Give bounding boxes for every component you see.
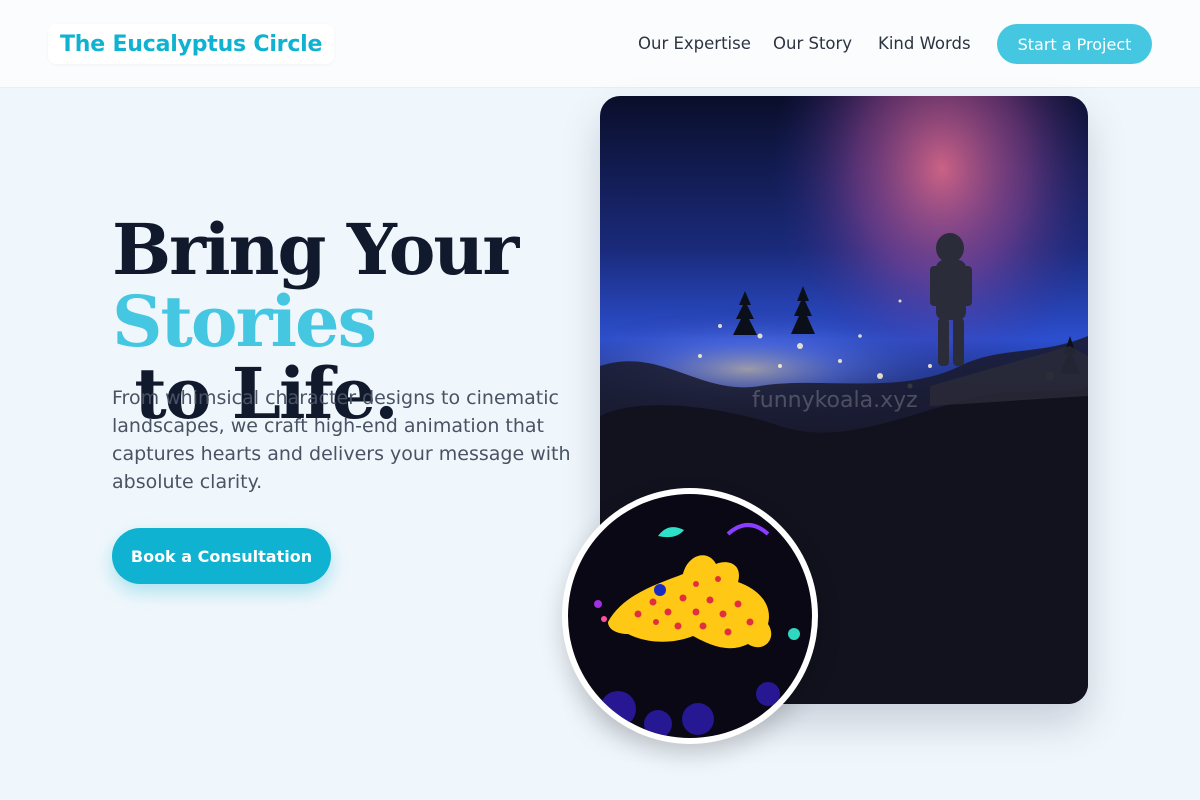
spotted-creature-illustration: [568, 494, 812, 738]
site-logo[interactable]: The Eucalyptus Circle: [48, 24, 335, 64]
hero-description: From whimsical character designs to cine…: [112, 387, 571, 493]
hero-title-accent: Stories: [112, 280, 377, 363]
site-header: The Eucalyptus Circle Our Expertise Our …: [0, 0, 1200, 87]
hero-title-line1: Bring Your: [112, 208, 519, 291]
featured-circle-image: [562, 488, 818, 744]
book-consultation-button[interactable]: Book a Consultation: [112, 528, 331, 584]
nav-link-story[interactable]: Our Story: [773, 34, 852, 53]
start-project-button[interactable]: Start a Project: [997, 24, 1152, 64]
nav-link-expertise[interactable]: Our Expertise: [638, 34, 751, 53]
image-watermark: funnykoala.xyz: [752, 388, 918, 413]
nav-link-kind-words[interactable]: Kind Words: [878, 34, 971, 53]
